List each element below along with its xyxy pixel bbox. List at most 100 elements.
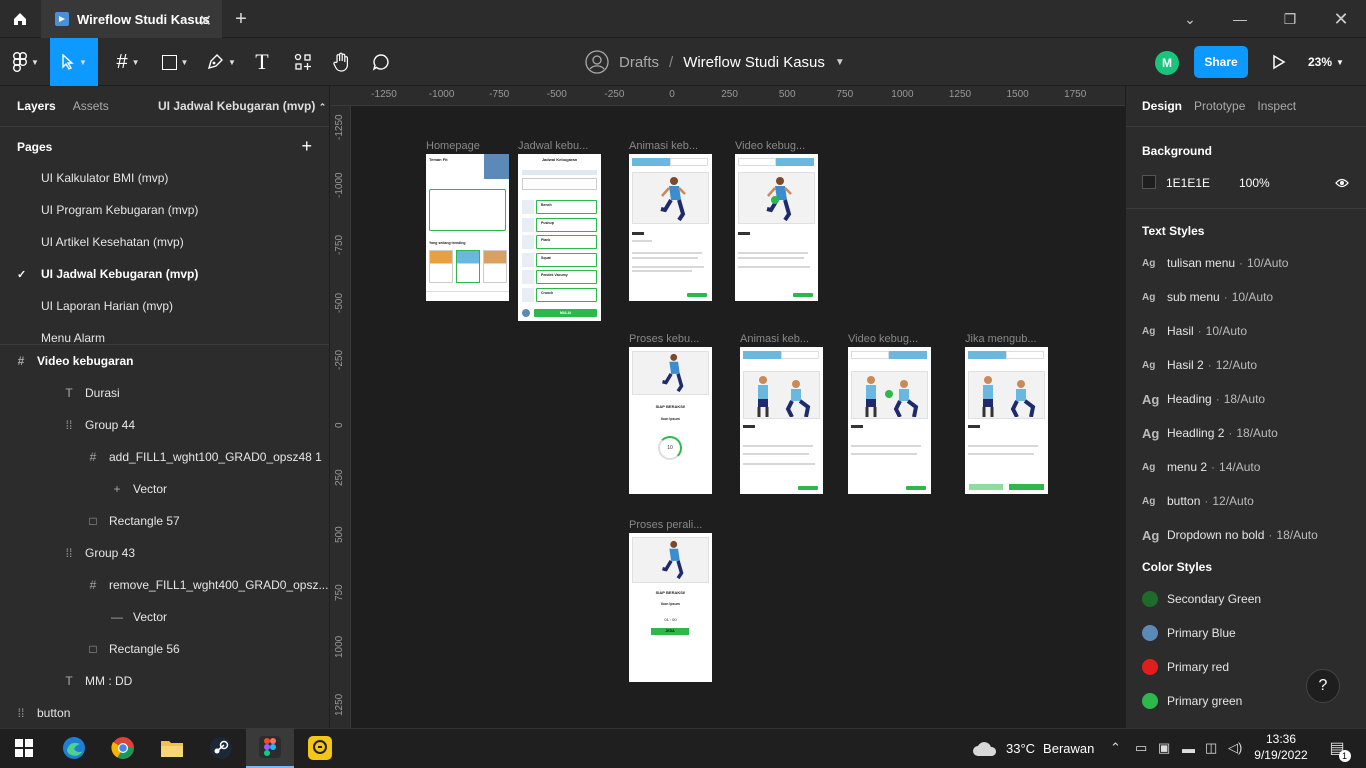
hand-tool[interactable] — [322, 38, 362, 86]
breadcrumb-drafts[interactable]: Drafts — [619, 54, 659, 71]
frame-label-animasi-1[interactable]: Animasi keb... — [629, 140, 709, 152]
frame-video-1[interactable] — [735, 154, 818, 301]
layer-item[interactable]: # add_FILL1_wght100_GRAD0_opsz48 1 — [0, 441, 329, 473]
chrome-taskbar-button[interactable] — [99, 728, 147, 768]
page-item[interactable]: UI Artikel Kesehatan (mvp) — [0, 226, 329, 258]
frame-proses[interactable]: SIAP BERAKSI! Ikon Ipsum 10 — [629, 347, 712, 494]
page-item[interactable]: UI Laporan Harian (mvp) — [0, 290, 329, 322]
main-menu-button[interactable]: ▼ — [4, 38, 48, 86]
show-hidden-icons-chevron-icon[interactable]: ⌃ — [1110, 728, 1121, 768]
text-style-item[interactable]: Ag Heading · 18/Auto — [1142, 382, 1362, 416]
layer-item[interactable]: # Video kebugaran — [0, 345, 329, 377]
add-page-icon[interactable]: + — [301, 136, 312, 157]
breadcrumb-file-name[interactable]: Wireflow Studi Kasus — [683, 54, 825, 71]
present-button[interactable] — [1266, 50, 1290, 74]
layer-item[interactable]: T MM : DD — [0, 665, 329, 697]
frame-label-jika[interactable]: Jika mengub... — [965, 333, 1045, 345]
frame-tool[interactable]: # ▼ — [104, 38, 152, 86]
tab-layers[interactable]: Layers — [17, 99, 56, 113]
frame-label-jadwal[interactable]: Jadwal kebu... — [518, 140, 598, 152]
frame-label-proses[interactable]: Proses kebu... — [629, 333, 709, 345]
meet-now-icon[interactable]: ▭ — [1135, 728, 1147, 768]
frame-jadwal[interactable]: Jadwal Kebugaran MULAI Bench Pushup Plank S… — [518, 154, 601, 321]
page-item[interactable]: UI Program Kebugaran (mvp) — [0, 194, 329, 226]
steam-taskbar-button[interactable] — [197, 728, 245, 768]
text-style-item[interactable]: Ag Hasil · 10/Auto — [1142, 314, 1362, 348]
background-hex-value[interactable]: 1E1E1E — [1166, 176, 1210, 190]
figma-taskbar-button[interactable] — [246, 728, 294, 768]
layer-item[interactable]: ⁞⁞ button — [0, 697, 329, 728]
minimize-button[interactable]: — — [1215, 0, 1265, 38]
text-style-item[interactable]: Ag tulisan menu · 10/Auto — [1142, 246, 1362, 280]
volume-icon[interactable]: ◁) — [1228, 728, 1242, 768]
restore-button[interactable]: ❐ — [1265, 0, 1315, 38]
edge-taskbar-button[interactable] — [50, 728, 98, 768]
layer-item[interactable]: # remove_FILL1_wght400_GRAD0_opsz... — [0, 569, 329, 601]
tab-inspect[interactable]: Inspect — [1257, 99, 1296, 113]
resources-tool[interactable] — [284, 38, 322, 86]
frame-label-video-1[interactable]: Video kebug... — [735, 140, 815, 152]
jadwal-start-button[interactable]: MULAI — [534, 309, 597, 317]
file-tab[interactable]: Wireflow Studi Kasus ✕ — [41, 0, 222, 38]
color-style-item[interactable]: Primary Blue — [1142, 616, 1362, 650]
move-tool[interactable]: ▼ — [50, 38, 98, 86]
pen-tool[interactable]: ▼ — [198, 38, 244, 86]
frame-label-animasi-2[interactable]: Animasi keb... — [740, 333, 820, 345]
new-tab-button[interactable]: + — [228, 6, 254, 32]
text-style-item[interactable]: Ag sub menu · 10/Auto — [1142, 280, 1362, 314]
text-style-item[interactable]: Ag button · 12/Auto — [1142, 484, 1362, 518]
background-opacity-value[interactable]: 100% — [1239, 176, 1270, 190]
notification-center-button[interactable]: ▤ 1 — [1322, 728, 1352, 768]
tray-app-icon[interactable]: ▣ — [1158, 728, 1170, 768]
visibility-eye-icon[interactable] — [1335, 177, 1349, 192]
tab-design[interactable]: Design — [1142, 99, 1182, 113]
explorer-taskbar-button[interactable] — [148, 728, 196, 768]
help-button[interactable]: ? — [1306, 669, 1340, 703]
text-style-item[interactable]: Ag Headling 2 · 18/Auto — [1142, 416, 1362, 450]
frame-animasi-1[interactable] — [629, 154, 712, 301]
text-style-item[interactable]: Ag Hasil 2 · 12/Auto — [1142, 348, 1362, 382]
color-style-item[interactable]: Secondary Green — [1142, 582, 1362, 616]
text-style-item[interactable]: Ag Dropdown no bold · 18/Auto — [1142, 518, 1362, 552]
home-button[interactable] — [0, 0, 40, 38]
frame-label-peralihan[interactable]: Proses perali... — [629, 519, 709, 531]
layer-item[interactable]: + Vector — [0, 473, 329, 505]
layer-item[interactable]: T Durasi — [0, 377, 329, 409]
layer-item[interactable]: ⁞⁞ Group 44 — [0, 409, 329, 441]
start-button[interactable] — [0, 728, 48, 768]
tab-assets[interactable]: Assets — [73, 99, 109, 113]
current-page-selector[interactable]: UI Jadwal Kebugaran (mvp) ⌃ — [158, 99, 326, 113]
shape-tool[interactable]: ▼ — [152, 38, 198, 86]
page-item[interactable]: UI Kalkulator BMI (mvp) — [0, 162, 329, 194]
tab-list-chevron-icon[interactable]: ⌄ — [1165, 0, 1215, 38]
avatar[interactable]: M — [1155, 51, 1179, 75]
layer-item[interactable]: ⁞⁞ Group 43 — [0, 537, 329, 569]
frame-peralihan[interactable]: SIAP BERAKSI! Ikon Ipsum 01 : 00 JEDA — [629, 533, 712, 682]
layer-item[interactable]: □ Rectangle 56 — [0, 633, 329, 665]
close-window-button[interactable]: ✕ — [1316, 0, 1366, 38]
layer-item[interactable]: □ Rectangle 57 — [0, 505, 329, 537]
app-taskbar-button[interactable] — [296, 728, 344, 768]
chevron-down-icon[interactable]: ▼ — [835, 57, 845, 68]
frame-video-2[interactable] — [848, 347, 931, 494]
canvas[interactable]: -1250 -1000 -750 -500 -250 0 250 500 750 1000 1250… — [331, 86, 1125, 728]
text-tool[interactable]: T — [244, 38, 280, 86]
share-button[interactable]: Share — [1194, 46, 1248, 78]
frame-jika[interactable] — [965, 347, 1048, 494]
zoom-control[interactable]: 23% ▼ — [1308, 38, 1344, 86]
taskbar-clock[interactable]: 13:36 9/19/2022 — [1250, 731, 1312, 763]
comment-tool[interactable] — [362, 38, 400, 86]
battery-icon[interactable]: ▬ — [1182, 728, 1195, 768]
frame-animasi-2[interactable] — [740, 347, 823, 494]
frame-homepage[interactable]: Teman Fit Yang sedang trending — [426, 154, 509, 301]
tab-prototype[interactable]: Prototype — [1194, 99, 1245, 113]
text-style-item[interactable]: Ag menu 2 · 14/Auto — [1142, 450, 1362, 484]
background-color-swatch[interactable] — [1142, 175, 1156, 189]
network-icon[interactable]: ◫ — [1205, 728, 1217, 768]
close-tab-icon[interactable]: ✕ — [199, 11, 212, 31]
weather-widget[interactable]: 33°C Berawan — [972, 728, 1094, 768]
frame-label-homepage[interactable]: Homepage — [426, 140, 506, 152]
page-item[interactable]: ✓ UI Jadwal Kebugaran (mvp) — [0, 258, 329, 290]
frame-label-video-2[interactable]: Video kebug... — [848, 333, 928, 345]
layer-item[interactable]: — Vector — [0, 601, 329, 633]
